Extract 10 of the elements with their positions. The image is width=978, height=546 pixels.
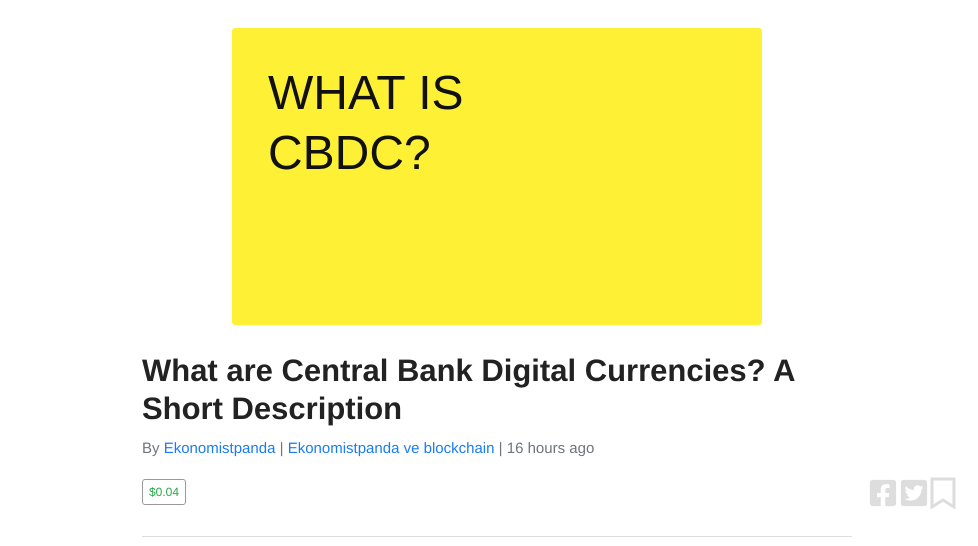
payout-badge[interactable]: $0.04 [142,478,186,504]
byline: By Ekonomistpanda | Ekonomistpanda ve blockchain | 16 hours ago [142,439,594,459]
facebook-icon[interactable] [868,478,898,508]
cover-text: CBDC? [268,126,431,182]
bookmark-icon[interactable] [930,477,956,509]
twitter-icon[interactable] [899,478,929,508]
author-link[interactable]: Ekonomistpanda [164,440,276,457]
community-link[interactable]: Ekonomistpanda ve blockchain [288,440,494,457]
article-title[interactable]: What are Central Bank Digital Currencies? A Short Description [142,352,852,428]
cover-text: WHAT IS [268,66,464,122]
